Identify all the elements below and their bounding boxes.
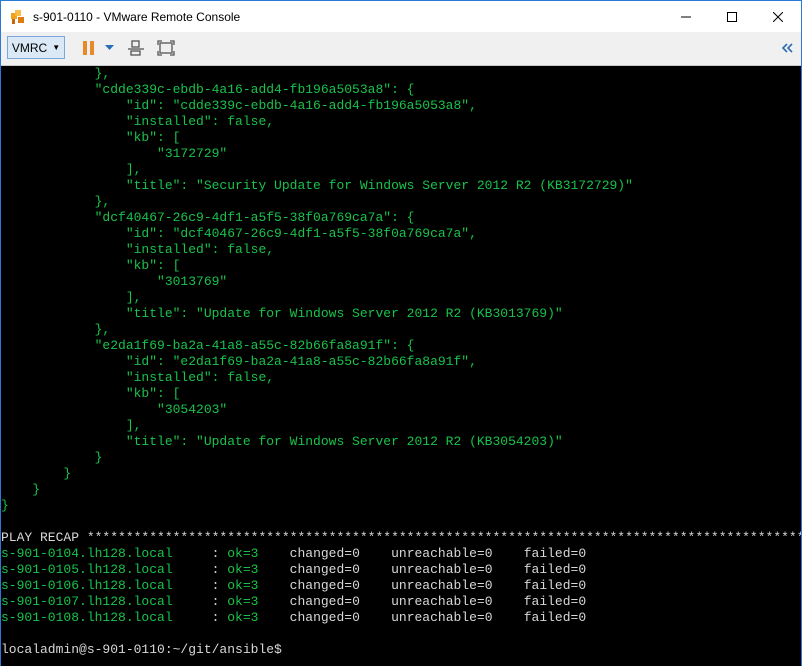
power-dropdown-icon[interactable] (105, 45, 114, 51)
recap-failed: failed=0 (523, 546, 587, 561)
json-output-line: "title": "Update for Windows Server 2012… (1, 434, 563, 449)
recap-ok: ok=3 (227, 546, 290, 561)
recap-row: s-901-0107.lh128.local : ok=3 changed=0 … (1, 594, 801, 610)
fullscreen-icon[interactable] (157, 40, 175, 56)
json-output-line: }, (1, 194, 111, 209)
recap-ok: ok=3 (227, 610, 290, 625)
recap-separator: : (211, 546, 228, 561)
recap-host: s-901-0105.lh128.local (1, 562, 212, 577)
json-output-line: "installed": false, (1, 114, 275, 129)
terminal-output: }, "cdde339c-ebdb-4a16-add4-fb196a5053a8… (1, 66, 801, 658)
vmrc-label: VMRC (11, 40, 48, 55)
recap-host: s-901-0106.lh128.local (1, 578, 212, 593)
recap-unreachable: unreachable=0 (391, 610, 524, 625)
vmrc-window: s-901-0110 - VMware Remote Console VMRC … (0, 0, 802, 666)
recap-ok: ok=3 (227, 562, 290, 577)
recap-changed: changed=0 (289, 546, 392, 561)
recap-unreachable: unreachable=0 (391, 562, 524, 577)
recap-host: s-901-0104.lh128.local (1, 546, 212, 561)
json-output-line: "kb": [ (1, 130, 181, 145)
recap-failed: failed=0 (523, 594, 587, 609)
json-output-line: "installed": false, (1, 242, 275, 257)
title-bar[interactable]: s-901-0110 - VMware Remote Console (1, 1, 801, 32)
json-output-line: ], (1, 162, 142, 177)
vmrc-menu-button[interactable]: VMRC ▼ (7, 36, 65, 59)
recap-row: s-901-0106.lh128.local : ok=3 changed=0 … (1, 578, 801, 594)
json-output-line: ], (1, 290, 142, 305)
json-output-line: } (1, 482, 41, 497)
recap-host: s-901-0107.lh128.local (1, 594, 212, 609)
toolbar: VMRC ▼ (1, 32, 801, 66)
json-output-line: "3054203" (1, 402, 228, 417)
recap-unreachable: unreachable=0 (391, 578, 524, 593)
minimize-button[interactable] (663, 1, 709, 32)
recap-separator: : (211, 610, 228, 625)
json-output-line: } (1, 498, 9, 513)
pause-icon[interactable] (82, 40, 96, 56)
json-output-line: }, (1, 322, 111, 337)
play-recap-header: PLAY RECAP *****************************… (1, 530, 801, 545)
json-output-line: ], (1, 418, 142, 433)
recap-separator: : (211, 578, 228, 593)
maximize-icon (727, 11, 737, 22)
json-output-line: "dcf40467-26c9-4df1-a5f5-38f0a769ca7a": … (1, 210, 415, 225)
json-output-line: "id": "e2da1f69-ba2a-41a8-a55c-82b66fa8a… (1, 354, 477, 369)
recap-host: s-901-0108.lh128.local (1, 610, 212, 625)
collapse-library-icon[interactable] (781, 43, 793, 53)
recap-row: s-901-0104.lh128.local : ok=3 changed=0 … (1, 546, 801, 562)
removable-devices-icon[interactable] (127, 40, 145, 56)
close-icon (773, 11, 783, 22)
json-output-line: "kb": [ (1, 258, 181, 273)
json-output-line: "id": "cdde339c-ebdb-4a16-add4-fb196a505… (1, 98, 477, 113)
json-output-line: "3172729" (1, 146, 228, 161)
window-title: s-901-0110 - VMware Remote Console (33, 9, 241, 24)
recap-failed: failed=0 (523, 562, 587, 577)
json-output-line: } (1, 450, 103, 465)
json-output-line: "kb": [ (1, 386, 181, 401)
json-output-line: "e2da1f69-ba2a-41a8-a55c-82b66fa8a91f": … (1, 338, 415, 353)
recap-failed: failed=0 (523, 610, 587, 625)
close-button[interactable] (755, 1, 801, 32)
recap-unreachable: unreachable=0 (391, 546, 524, 561)
recap-ok: ok=3 (227, 594, 290, 609)
recap-changed: changed=0 (289, 610, 392, 625)
recap-changed: changed=0 (289, 562, 392, 577)
vmware-app-icon (11, 9, 24, 24)
json-output-line: "title": "Update for Windows Server 2012… (1, 306, 563, 321)
recap-separator: : (211, 562, 228, 577)
recap-row: s-901-0108.lh128.local : ok=3 changed=0 … (1, 610, 801, 626)
recap-row: s-901-0105.lh128.local : ok=3 changed=0 … (1, 562, 801, 578)
recap-changed: changed=0 (289, 578, 392, 593)
vm-console-terminal[interactable]: }, "cdde339c-ebdb-4a16-add4-fb196a5053a8… (1, 66, 801, 666)
json-output-line: } (1, 466, 72, 481)
maximize-button[interactable] (709, 1, 755, 32)
chevron-down-icon: ▼ (52, 43, 61, 52)
json-output-line: "cdde339c-ebdb-4a16-add4-fb196a5053a8": … (1, 82, 415, 97)
json-output-line: "title": "Security Update for Windows Se… (1, 178, 633, 193)
minimize-icon (681, 16, 691, 17)
recap-failed: failed=0 (523, 578, 587, 593)
json-output-line: "installed": false, (1, 370, 275, 385)
recap-ok: ok=3 (227, 578, 290, 593)
json-output-line: "id": "dcf40467-26c9-4df1-a5f5-38f0a769c… (1, 226, 477, 241)
recap-changed: changed=0 (289, 594, 392, 609)
recap-separator: : (211, 594, 228, 609)
recap-unreachable: unreachable=0 (391, 594, 524, 609)
json-output-line: "3013769" (1, 274, 228, 289)
shell-prompt: localadmin@s-901-0110:~/git/ansible$ (1, 642, 282, 657)
json-output-line: }, (1, 66, 111, 81)
